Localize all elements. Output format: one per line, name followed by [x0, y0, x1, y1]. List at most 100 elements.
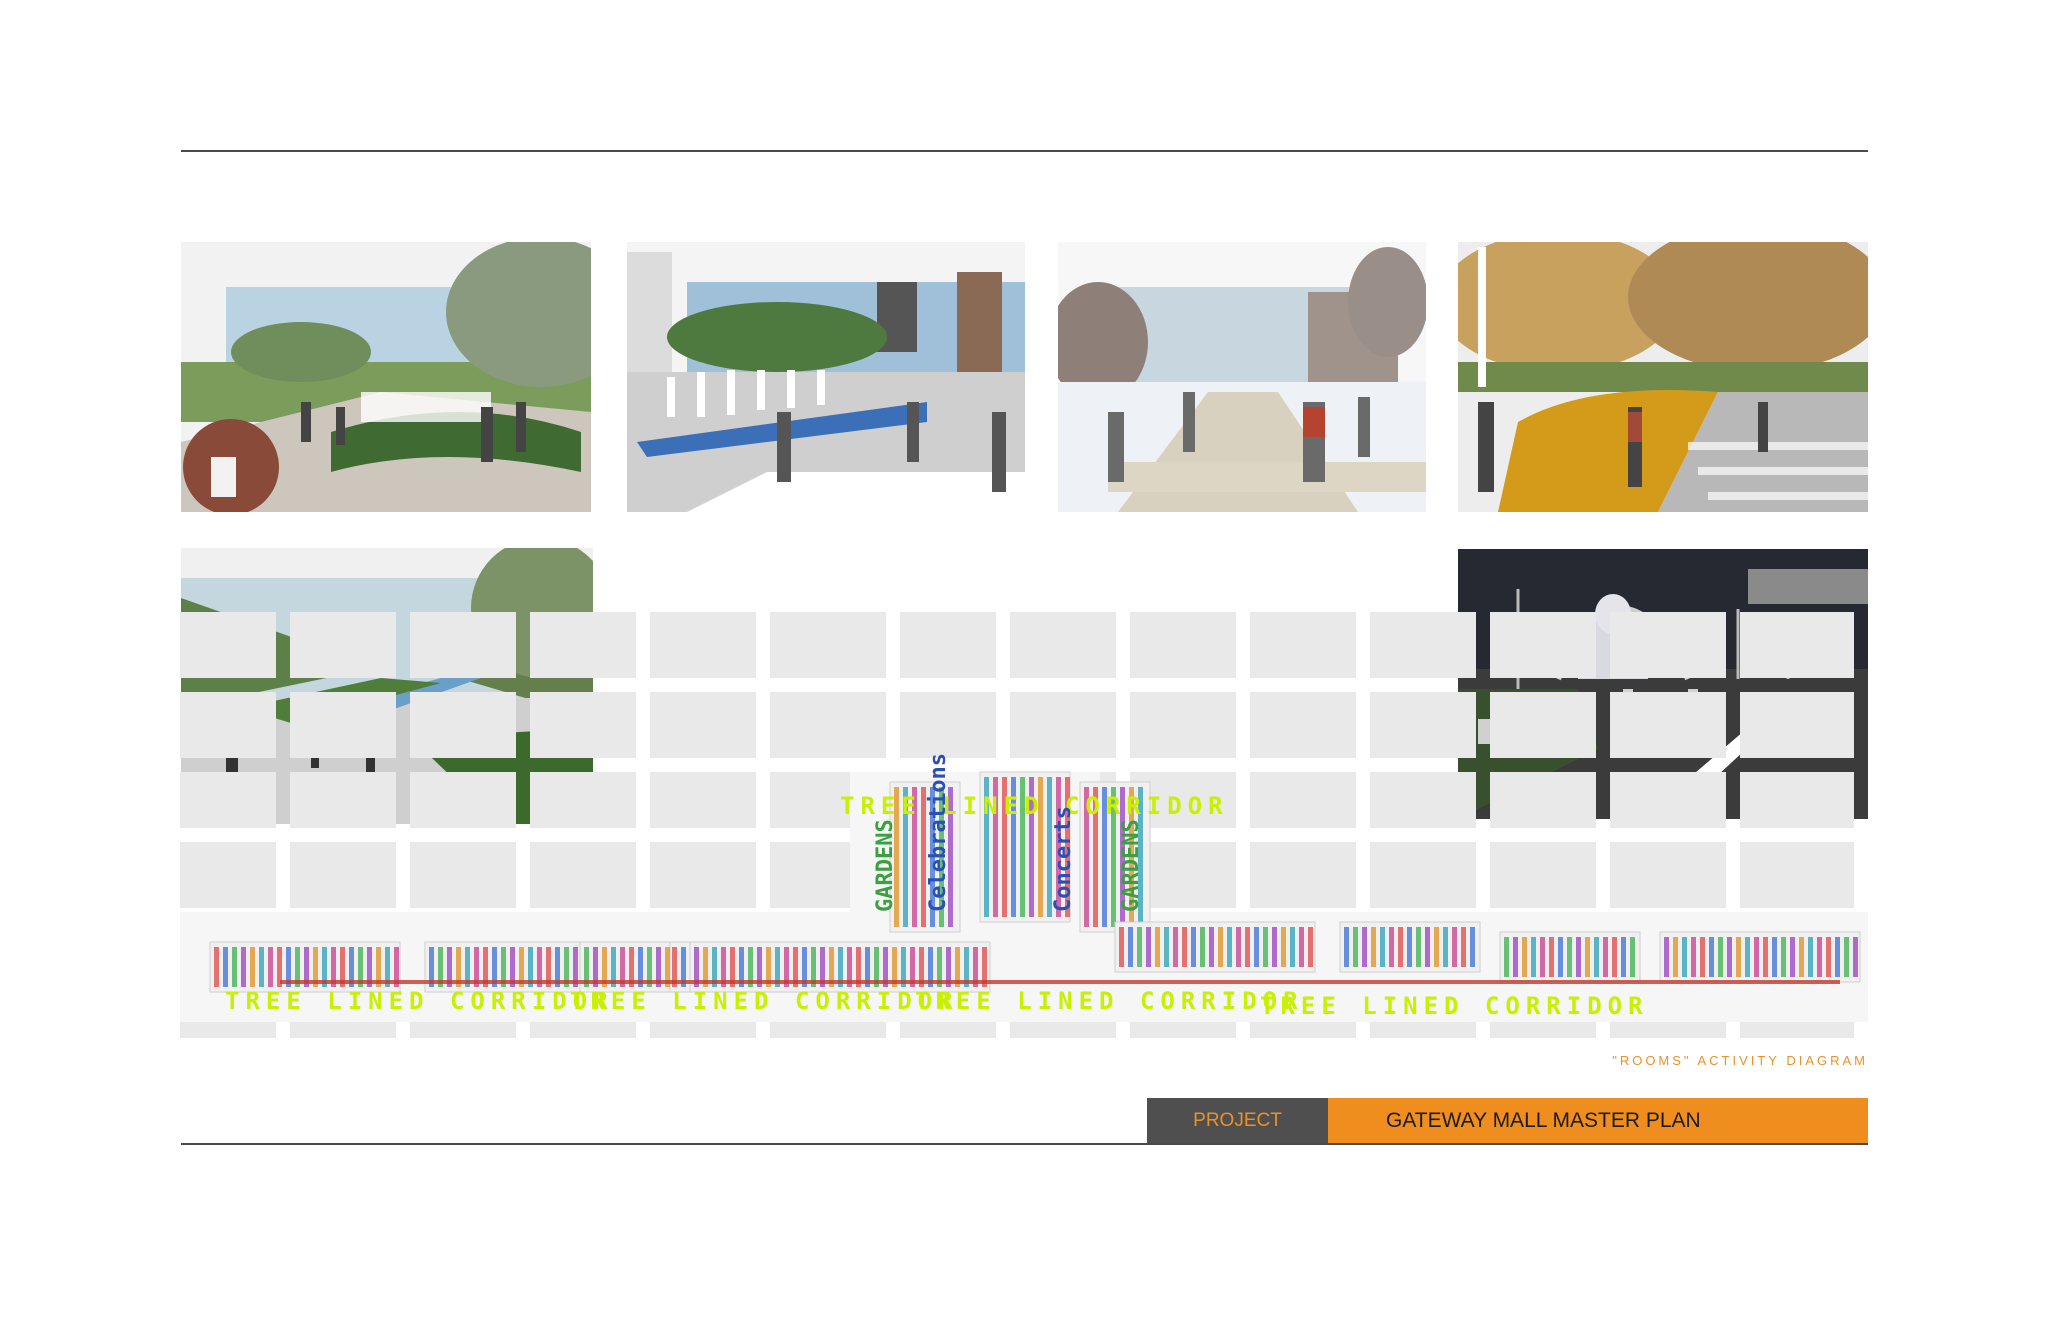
city-block	[180, 772, 276, 828]
corridor-label: TREE LINED CORRIDOR	[570, 987, 959, 1015]
room-activity-mark	[1200, 927, 1205, 967]
city-block	[1250, 772, 1356, 828]
city-block	[650, 842, 756, 908]
rendering-fountain-park	[181, 242, 591, 512]
room-activity-mark	[1567, 937, 1572, 977]
city-block	[1490, 772, 1596, 828]
room-activity-mark	[1164, 927, 1169, 967]
room-activity-mark	[1353, 927, 1358, 967]
room-activity-mark	[1603, 937, 1608, 977]
room-activity-mark	[1389, 927, 1394, 967]
room-activity-mark	[1434, 927, 1439, 967]
city-block	[1490, 612, 1596, 678]
city-block	[1130, 692, 1236, 758]
city-block	[1490, 692, 1596, 758]
corridor-label: TREE LINED CORRIDOR	[915, 987, 1304, 1015]
room-activity-mark	[1745, 937, 1750, 977]
room-activity-mark	[1254, 927, 1259, 967]
room-activity-mark	[1416, 927, 1421, 967]
room-activity-mark	[1407, 927, 1412, 967]
city-block	[1250, 692, 1356, 758]
city-block	[1370, 692, 1476, 758]
city-block	[1370, 612, 1476, 678]
room-activity-mark	[1236, 927, 1241, 967]
city-block	[650, 612, 756, 678]
city-block	[530, 772, 636, 828]
room-activity-mark	[1612, 937, 1617, 977]
room-activity-mark	[1452, 927, 1457, 967]
room-activity-mark	[268, 947, 273, 987]
room-activity-mark	[1209, 927, 1214, 967]
room-activity-mark	[1504, 937, 1509, 977]
city-block	[1740, 692, 1854, 758]
city-block	[530, 842, 636, 908]
room-activity-mark	[1344, 927, 1349, 967]
city-block	[530, 612, 636, 678]
activity-band	[280, 980, 1840, 984]
city-block	[1370, 842, 1476, 908]
corridor-label: TREE LINED CORRIDOR	[1260, 992, 1649, 1020]
city-block	[1610, 772, 1726, 828]
room-activity-mark	[1673, 937, 1678, 977]
project-label: PROJECT	[1147, 1098, 1328, 1144]
room-activity-mark	[1461, 927, 1466, 967]
room-activity-mark	[1558, 937, 1563, 977]
room-activity-mark	[1146, 927, 1151, 967]
city-block	[1250, 842, 1356, 908]
room-activity-mark	[241, 947, 246, 987]
corridor-label: TREE LINED CORRIDOR	[225, 987, 614, 1015]
room-activity-mark	[1700, 937, 1705, 977]
room-activity-mark	[1754, 937, 1759, 977]
city-block	[290, 772, 396, 828]
room-activity-mark	[250, 947, 255, 987]
room-activity-mark	[1227, 927, 1232, 967]
room-label: GARDENS	[1119, 819, 1144, 912]
room-activity-mark	[232, 947, 237, 987]
city-block	[1490, 842, 1596, 908]
room-activity-mark	[1817, 937, 1822, 977]
rendering-autumn-garden	[1458, 242, 1868, 512]
room-activity-mark	[1682, 937, 1687, 977]
room-activity-mark	[1790, 937, 1795, 977]
room-activity-mark	[1727, 937, 1732, 977]
room-activity-mark	[1299, 927, 1304, 967]
city-block	[900, 692, 996, 758]
room-activity-mark	[1263, 927, 1268, 967]
city-block	[290, 612, 396, 678]
room-activity-mark	[1576, 937, 1581, 977]
city-block	[530, 692, 636, 758]
room-activity-mark	[1664, 937, 1669, 977]
room-activity-mark	[1709, 937, 1714, 977]
room-activity-mark	[1119, 927, 1124, 967]
room-activity-mark	[1425, 927, 1430, 967]
city-block	[1010, 612, 1116, 678]
room-activity-mark	[1272, 927, 1277, 967]
room-activity-mark	[1736, 937, 1741, 977]
room-activity-mark	[1371, 927, 1376, 967]
corridor-label: TREE LINED CORRIDOR	[840, 792, 1229, 820]
room-activity-mark	[1173, 927, 1178, 967]
city-block	[770, 612, 886, 678]
room-activity-mark	[1781, 937, 1786, 977]
project-title: GATEWAY MALL MASTER PLAN	[1328, 1098, 1868, 1144]
city-block	[1610, 612, 1726, 678]
diagram-caption: "ROOMS" ACTIVITY DIAGRAM	[1612, 1053, 1868, 1068]
room-activity-mark	[1290, 927, 1295, 967]
city-block	[1740, 842, 1854, 908]
city-block	[1740, 772, 1854, 828]
city-block	[410, 842, 516, 908]
room-activity-mark	[1308, 927, 1313, 967]
room-activity-mark	[1844, 937, 1849, 977]
room-label: Concerts	[1051, 806, 1076, 912]
room-activity-mark	[1513, 937, 1518, 977]
city-block	[1130, 612, 1236, 678]
room-activity-mark	[1362, 927, 1367, 967]
city-block	[1740, 612, 1854, 678]
room-activity-mark	[1763, 937, 1768, 977]
city-block	[1610, 692, 1726, 758]
room-activity-mark	[1621, 937, 1626, 977]
room-activity-mark	[1128, 927, 1133, 967]
room-activity-mark	[1826, 937, 1831, 977]
room-activity-mark	[259, 947, 264, 987]
city-block	[410, 692, 516, 758]
